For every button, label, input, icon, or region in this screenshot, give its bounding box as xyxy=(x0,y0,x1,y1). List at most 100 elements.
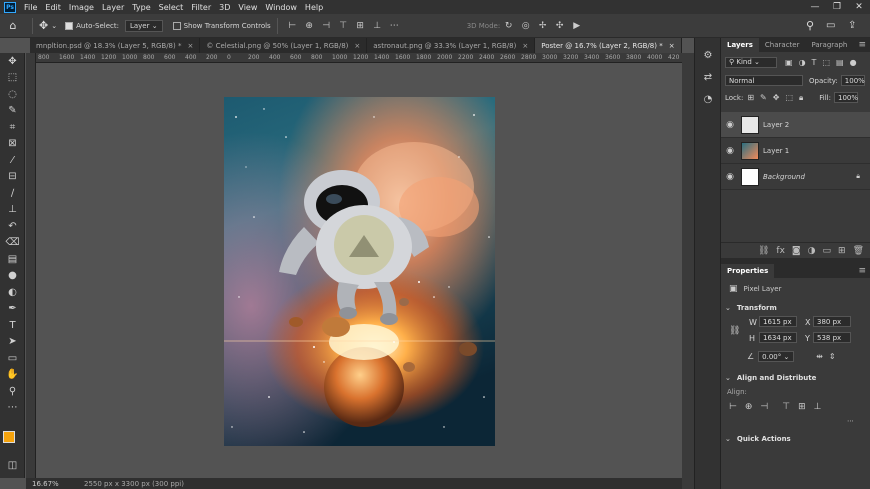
show-transform-checkbox[interactable] xyxy=(172,21,181,30)
close-tab-icon[interactable]: × xyxy=(354,42,360,50)
flip-vertical-icon[interactable]: ⇕ xyxy=(829,352,836,361)
align-vcenter-icon[interactable]: ⊞ xyxy=(798,402,806,412)
collapse-icon[interactable]: ⌄ xyxy=(725,304,731,312)
lock-transparent-icon[interactable]: ⊞ xyxy=(747,93,754,103)
align-vcenter-icon[interactable]: ⊞ xyxy=(355,20,366,31)
stamp-tool-icon[interactable]: ⊥ xyxy=(0,202,25,219)
visibility-eye-icon[interactable]: ◉ xyxy=(721,120,739,130)
move-tool-icon[interactable]: ✥ xyxy=(39,19,48,32)
menu-type[interactable]: Type xyxy=(128,3,154,12)
width-field[interactable]: 1615 px xyxy=(759,316,797,327)
zoom-tool-icon[interactable]: ⚲ xyxy=(0,383,25,400)
lock-pixels-icon[interactable]: ✎ xyxy=(760,93,767,103)
eyedropper-tool-icon[interactable]: ⁄ xyxy=(0,152,25,169)
adjustments-panel-icon[interactable]: ⇄ xyxy=(695,66,721,88)
document-info[interactable]: 2550 px x 3300 px (300 ppi) xyxy=(76,480,184,488)
3d-pan-icon[interactable]: ✢ xyxy=(537,20,548,31)
foreground-color-swatch[interactable] xyxy=(3,431,15,443)
blur-tool-icon[interactable]: ● xyxy=(0,268,25,285)
color-swatches[interactable] xyxy=(3,431,23,451)
move-tool-icon[interactable]: ✥ xyxy=(0,53,25,70)
hand-tool-icon[interactable]: ✋ xyxy=(0,367,25,384)
align-left-icon[interactable]: ⊢ xyxy=(729,402,737,412)
menu-3d[interactable]: 3D xyxy=(215,3,234,12)
delete-layer-icon[interactable]: 🗑︎ xyxy=(853,246,864,256)
tab-character[interactable]: Character xyxy=(759,38,806,52)
align-left-icon[interactable]: ⊢ xyxy=(287,20,298,31)
filter-image-icon[interactable]: ▣ xyxy=(785,58,793,67)
quick-mask-icon[interactable]: ◫ xyxy=(0,457,25,474)
quick-actions-section[interactable]: ⌄ Quick Actions xyxy=(721,431,870,447)
angle-field[interactable]: 0.00° ⌄ xyxy=(758,351,795,362)
type-tool-icon[interactable]: T xyxy=(0,317,25,334)
layer-name[interactable]: Layer 2 xyxy=(763,121,789,129)
auto-select-checkbox[interactable] xyxy=(65,21,74,30)
new-layer-icon[interactable]: ⊞ xyxy=(838,246,846,256)
menu-image[interactable]: Image xyxy=(65,3,98,12)
collapse-icon[interactable]: ⌄ xyxy=(725,435,731,443)
fx-icon[interactable]: fx xyxy=(776,246,785,256)
tab-document[interactable]: mnpltion.psd @ 18.3% (Layer 5, RGB/8) * × xyxy=(30,38,201,53)
styles-panel-icon[interactable]: ◔ xyxy=(695,88,721,110)
fill-field[interactable]: 100% xyxy=(833,92,858,103)
close-tab-icon[interactable]: × xyxy=(522,42,528,50)
align-top-icon[interactable]: ⊤ xyxy=(782,402,790,412)
frame-tool-icon[interactable]: ⊠ xyxy=(0,136,25,153)
3d-camera-icon[interactable]: ▶ xyxy=(571,20,582,31)
align-right-icon[interactable]: ⊣ xyxy=(321,20,332,31)
lasso-tool-icon[interactable]: ◌ xyxy=(0,86,25,103)
flip-horizontal-icon[interactable]: ⇹ xyxy=(816,352,823,361)
layer-row[interactable]: ◉ Layer 1 xyxy=(721,138,870,164)
x-field[interactable]: 380 px xyxy=(813,316,851,327)
zoom-level[interactable]: 16.67% xyxy=(26,480,76,488)
panel-menu-icon[interactable]: ≡ xyxy=(858,40,866,50)
lock-position-icon[interactable]: ✥ xyxy=(773,93,780,103)
blend-mode-dropdown[interactable]: Normal xyxy=(725,75,803,86)
menu-filter[interactable]: Filter xyxy=(187,3,215,12)
y-field[interactable]: 538 px xyxy=(813,332,851,343)
crop-tool-icon[interactable]: ⌗ xyxy=(0,119,25,136)
brush-tool-icon[interactable]: ∕ xyxy=(0,185,25,202)
tab-properties[interactable]: Properties xyxy=(721,264,775,278)
align-hcenter-icon[interactable]: ⊕ xyxy=(304,20,315,31)
align-hcenter-icon[interactable]: ⊕ xyxy=(745,402,753,412)
link-layers-icon[interactable]: ⛓ xyxy=(758,246,769,256)
align-section[interactable]: ⌄ Align and Distribute xyxy=(721,370,870,386)
chevron-down-icon[interactable]: ⌄ xyxy=(51,22,57,30)
add-mask-icon[interactable]: ◙ xyxy=(792,246,801,256)
home-icon[interactable]: ⌂ xyxy=(0,19,26,32)
filter-type-icon[interactable]: T xyxy=(812,58,817,67)
new-group-icon[interactable]: ▭ xyxy=(823,246,832,256)
quick-select-tool-icon[interactable]: ✎ xyxy=(0,103,25,120)
close-tab-icon[interactable]: × xyxy=(187,42,193,50)
tab-document-active[interactable]: Poster @ 16.7% (Layer 2, RGB/8) * × xyxy=(535,38,682,53)
tab-document[interactable]: astronaut.png @ 33.3% (Layer 1, RGB/8) × xyxy=(367,38,536,53)
visibility-eye-icon[interactable]: ◉ xyxy=(721,146,739,156)
restore-icon[interactable]: ❐ xyxy=(826,0,848,14)
height-field[interactable]: 1634 px xyxy=(759,332,797,343)
panel-menu-icon[interactable]: ≡ xyxy=(858,266,866,276)
transform-section[interactable]: ⌄ Transform xyxy=(721,300,870,316)
menu-view[interactable]: View xyxy=(234,3,261,12)
gradient-tool-icon[interactable]: ▤ xyxy=(0,251,25,268)
filter-kind-dropdown[interactable]: ⚲ Kind ⌄ xyxy=(725,56,777,68)
close-window-icon[interactable]: ✕ xyxy=(848,0,870,14)
menu-window[interactable]: Window xyxy=(261,3,301,12)
align-top-icon[interactable]: ⊤ xyxy=(338,20,349,31)
close-tab-icon[interactable]: × xyxy=(669,42,675,50)
lock-artboard-icon[interactable]: ⬚ xyxy=(785,93,793,103)
tab-layers[interactable]: Layers xyxy=(721,38,759,52)
3d-roll-icon[interactable]: ◎ xyxy=(520,20,531,31)
align-bottom-icon[interactable]: ⊥ xyxy=(814,402,822,412)
more-options-icon[interactable]: ⋯ xyxy=(389,20,400,31)
workspace-icon[interactable]: ▭ xyxy=(826,20,835,31)
layer-name[interactable]: Background xyxy=(763,173,805,181)
search-icon[interactable]: ⚲ xyxy=(806,19,814,32)
align-right-icon[interactable]: ⊣ xyxy=(760,402,768,412)
layer-row[interactable]: ◉ Layer 2 xyxy=(721,112,870,138)
new-adjustment-icon[interactable]: ◑ xyxy=(808,246,816,256)
minimize-icon[interactable]: — xyxy=(804,0,826,14)
rectangle-tool-icon[interactable]: ▭ xyxy=(0,350,25,367)
visibility-eye-icon[interactable]: ◉ xyxy=(721,172,739,182)
path-select-tool-icon[interactable]: ➤ xyxy=(0,334,25,351)
